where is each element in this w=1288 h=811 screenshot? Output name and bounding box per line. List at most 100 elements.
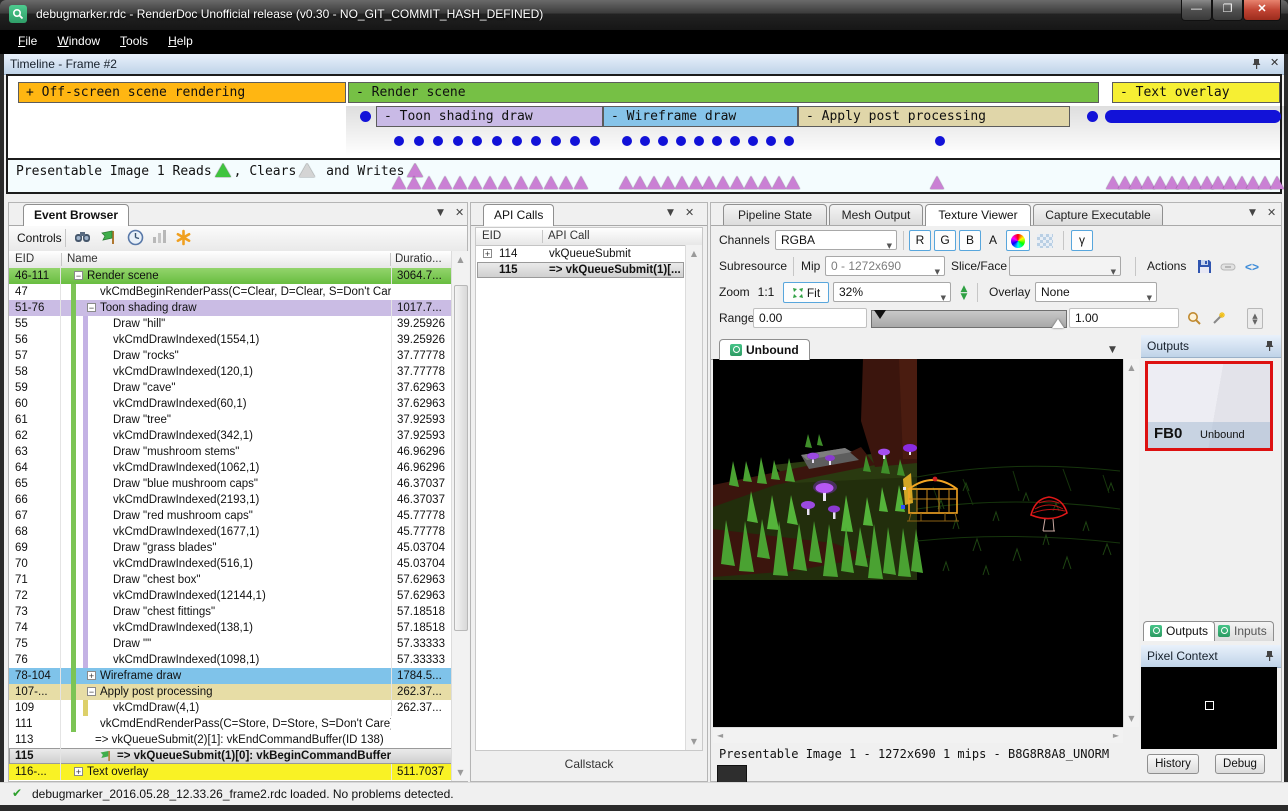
range-detail-toggle[interactable]: ▲▼ [1247, 308, 1263, 329]
close-icon[interactable]: ✕ [685, 206, 694, 219]
menu-item-window[interactable]: Window [47, 30, 110, 52]
draw-event-dot[interactable] [640, 136, 650, 146]
scroll-up-icon[interactable]: ▲ [686, 249, 702, 258]
table-row[interactable]: 57Draw "rocks"37.77778 [9, 348, 452, 364]
write-marker-triangle[interactable] [744, 176, 758, 189]
table-row[interactable]: 51-76−Toon shading draw1017.7... [9, 300, 452, 316]
timeline-panel[interactable]: + Off-screen scene rendering- Render sce… [6, 74, 1282, 194]
write-marker-triangle[interactable] [1270, 176, 1284, 189]
tab-event-browser[interactable]: Event Browser [23, 204, 129, 226]
api-calls-list[interactable]: EID API Call +114vkQueueSubmit115=> vkQu… [475, 227, 703, 751]
autofit-magnifier-icon[interactable] [1183, 308, 1205, 329]
menu-item-file[interactable]: File [8, 30, 47, 52]
pixel-context-view[interactable] [1141, 667, 1277, 749]
event-browser-scrollbar[interactable]: ▲ ▼ [451, 251, 469, 781]
gamma-button[interactable]: γ [1071, 230, 1093, 251]
write-marker-triangle[interactable] [661, 176, 675, 189]
table-row[interactable]: 66vkCmdDrawIndexed(2193,1)46.37037 [9, 492, 452, 508]
table-row[interactable]: 64vkCmdDrawIndexed(1062,1)46.96296 [9, 460, 452, 476]
write-marker-triangle[interactable] [689, 176, 703, 189]
draw-event-dot[interactable] [694, 136, 704, 146]
scroll-down-icon[interactable]: ▼ [1124, 714, 1139, 723]
table-row[interactable]: 73Draw "chest fittings"57.18518 [9, 604, 452, 620]
zoom-percent-select[interactable]: 32%▼ [833, 282, 951, 302]
time-draws-icon[interactable] [125, 229, 145, 247]
table-row[interactable]: 115=> vkQueueSubmit(1)[... [477, 262, 684, 278]
tab-texture-viewer[interactable]: Texture Viewer [925, 204, 1031, 226]
texture-vscrollbar[interactable]: ▲ ▼ [1123, 359, 1139, 727]
table-row[interactable]: 65Draw "blue mushroom caps"46.37037 [9, 476, 452, 492]
channel-b-button[interactable]: B [959, 230, 981, 251]
table-row[interactable]: 113=> vkQueueSubmit(2)[1]: vkEndCommandB… [9, 732, 452, 748]
draw-event-dot[interactable] [784, 136, 794, 146]
tab-mesh-output[interactable]: Mesh Output [829, 204, 923, 225]
color-wheel-icon[interactable] [1006, 230, 1030, 251]
zoom-fit-button[interactable]: Fit [783, 282, 829, 303]
table-row[interactable]: 62vkCmdDrawIndexed(342,1)37.92593 [9, 428, 452, 444]
open-code-icon[interactable]: <> [1241, 256, 1263, 277]
tab-outputs[interactable]: Outputs [1143, 621, 1215, 641]
draw-event-dot[interactable] [512, 136, 522, 146]
table-row[interactable]: 56vkCmdDrawIndexed(1554,1)39.25926 [9, 332, 452, 348]
draw-event-dot[interactable] [453, 136, 463, 146]
table-row[interactable]: 78-104+Wireframe draw1784.5... [9, 668, 452, 684]
draw-event-dot[interactable] [935, 136, 945, 146]
table-row[interactable]: 61Draw "tree"37.92593 [9, 412, 452, 428]
history-button[interactable]: History [1147, 754, 1199, 774]
write-marker-triangle[interactable] [392, 176, 406, 189]
menu-item-tools[interactable]: Tools [110, 30, 158, 52]
table-row[interactable]: 74vkCmdDrawIndexed(138,1)57.18518 [9, 620, 452, 636]
text-overlay-events-pill[interactable] [1105, 110, 1281, 123]
minimize-button[interactable]: — [1181, 0, 1212, 21]
write-marker-triangle[interactable] [483, 176, 497, 189]
table-row[interactable]: 115=> vkQueueSubmit(1)[0]: vkBeginComman… [9, 748, 452, 764]
timeline-section[interactable]: - Render scene [348, 82, 1099, 103]
api-calls-scrollbar[interactable]: ▲ ▼ [685, 245, 702, 750]
texture-hscrollbar[interactable]: ◄ ► [713, 727, 1123, 743]
collapse-icon[interactable]: − [87, 303, 96, 312]
write-marker-triangle[interactable] [730, 176, 744, 189]
expand-icon[interactable]: + [483, 249, 492, 258]
table-row[interactable]: 47vkCmdBeginRenderPass(C=Clear, D=Clear,… [9, 284, 452, 300]
write-marker-triangle[interactable] [675, 176, 689, 189]
table-row[interactable]: 71Draw "chest box"57.62963 [9, 572, 452, 588]
save-icon[interactable] [1193, 256, 1215, 277]
draw-event-dot[interactable] [730, 136, 740, 146]
options-asterisk-icon[interactable] [173, 229, 193, 247]
table-row[interactable]: 69Draw "grass blades"45.03704 [9, 540, 452, 556]
tab-capture-executable[interactable]: Capture Executable [1033, 204, 1163, 225]
channel-g-button[interactable]: G [934, 230, 956, 251]
write-marker-triangle[interactable] [438, 176, 452, 189]
table-row[interactable]: 55Draw "hill"39.25926 [9, 316, 452, 332]
write-marker-triangle[interactable] [647, 176, 661, 189]
write-marker-triangle[interactable] [716, 176, 730, 189]
texture-image-canvas[interactable] [713, 359, 1123, 727]
draw-event-dot[interactable] [551, 136, 561, 146]
draw-event-dot[interactable] [748, 136, 758, 146]
api-calls-header[interactable]: EID API Call [476, 228, 702, 246]
event-browser-header[interactable]: EID Name Duratio... [9, 251, 452, 269]
output-fb0-thumbnail[interactable]: FB0 Unbound [1145, 361, 1273, 451]
tab-unbound[interactable]: Unbound [719, 339, 810, 360]
table-row[interactable]: 72vkCmdDrawIndexed(12144,1)57.62963 [9, 588, 452, 604]
draw-event-dot[interactable] [658, 136, 668, 146]
alpha-checker-icon[interactable] [1033, 230, 1057, 251]
pin-icon[interactable] [1265, 340, 1274, 354]
table-row[interactable]: 109vkCmdDraw(4,1)262.37... [9, 700, 452, 716]
write-marker-triangle[interactable] [930, 176, 944, 189]
expand-icon[interactable]: + [74, 767, 83, 776]
channel-a-button[interactable]: A [984, 230, 1002, 251]
draw-event-dot[interactable] [394, 136, 404, 146]
draw-event-dot[interactable] [1087, 111, 1098, 122]
draw-event-dot[interactable] [712, 136, 722, 146]
table-row[interactable]: 107-...−Apply post processing262.37... [9, 684, 452, 700]
scroll-down-icon[interactable]: ▼ [452, 768, 469, 777]
table-row[interactable]: 111vkCmdEndRenderPass(C=Store, D=Store, … [9, 716, 452, 732]
pin-icon[interactable] [1252, 58, 1261, 72]
draw-event-dot[interactable] [492, 136, 502, 146]
range-max-field[interactable]: 1.00 [1069, 308, 1179, 328]
write-marker-triangle[interactable] [758, 176, 772, 189]
draw-event-dot[interactable] [766, 136, 776, 146]
table-row[interactable]: 67Draw "red mushroom caps"45.77778 [9, 508, 452, 524]
write-marker-triangle[interactable] [633, 176, 647, 189]
